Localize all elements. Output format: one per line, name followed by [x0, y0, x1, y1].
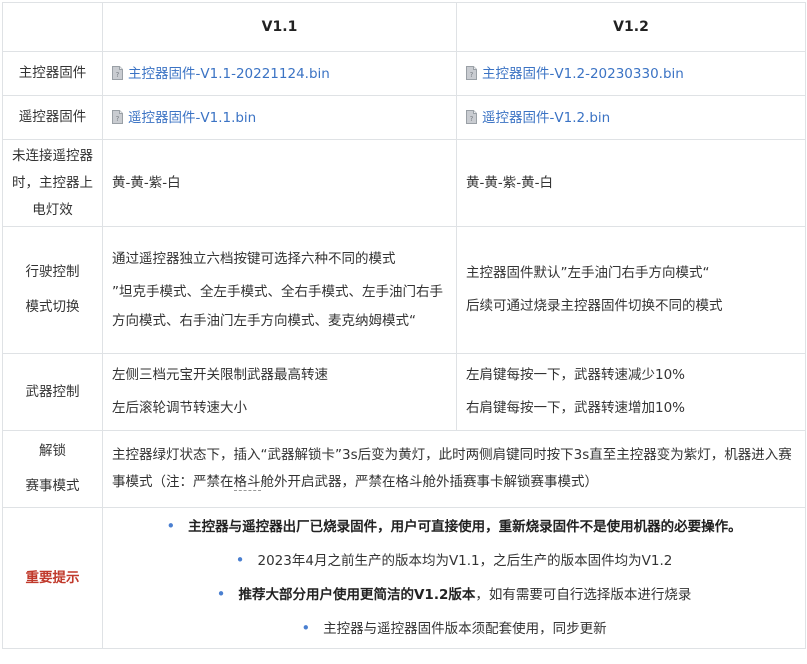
unlock-race-mode-text: 主控器绿灯状态下，插入“武器解锁卡”3s后变为黄灯，此时两侧肩键同时按下3s直至…: [102, 430, 806, 508]
svg-text:?: ?: [470, 71, 474, 79]
note-item: 推荐大部分用户使用更简洁的V1.2版本，如有需要可自行选择版本进行烧录: [112, 578, 796, 612]
main-firmware-row: 主控器固件 ? 主控器固件-V1.1-20221124.bin ? 主控器固件-…: [2, 51, 806, 96]
file-icon: ?: [112, 62, 123, 80]
drive-mode-v1-1-text1: 通过遥控器独立六档按键可选择六种不同的模式: [112, 250, 396, 267]
drive-mode-v1-2-cell: 主控器固件默认”左手油门右手方向模式“ 后续可通过烧录主控器固件切换不同的模式: [456, 226, 806, 354]
drive-mode-row: 行驶控制 模式切换 通过遥控器独立六档按键可选择六种不同的模式 ”坦克手模式、全…: [2, 226, 806, 354]
drive-mode-v1-2-text2: 后续可通过烧录主控器固件切换不同的模式: [466, 298, 723, 314]
header-v1-2: V1.2: [456, 2, 806, 52]
weapon-control-v1-1-cell: 左侧三档元宝开关限制武器最高转速 左后滚轮调节转速大小: [102, 353, 457, 431]
note-item-1-text: 主控器与遥控器出厂已烧录固件，用户可直接使用，重新烧录固件不是使用机器的必要操作…: [188, 519, 742, 535]
weapon-control-v1-1-text1: 左侧三档元宝开关限制武器最高转速: [112, 367, 328, 383]
remote-firmware-v1-2-link[interactable]: 遥控器固件-V1.2.bin: [482, 110, 610, 126]
unlock-text-dotted: 格斗: [233, 474, 261, 491]
firmware-comparison-table: V1.1 V1.2 主控器固件 ? 主控器固件-V1.1-20221124.bi…: [2, 2, 806, 649]
led-effect-v1-1: 黄-黄-紫-白: [102, 139, 457, 227]
remote-firmware-label: 遥控器固件: [2, 95, 103, 140]
weapon-control-v1-2-text1: 左肩键每按一下，武器转速减少10%: [466, 367, 686, 383]
file-icon: ?: [466, 106, 477, 124]
header-v1-1: V1.1: [102, 2, 457, 52]
file-icon: ?: [466, 62, 477, 80]
note-item-2-text: 2023年4月之前生产的版本均为V1.1，之后生产的版本固件均为V1.2: [257, 553, 673, 569]
important-notes-row: 重要提示 主控器与遥控器出厂已烧录固件，用户可直接使用，重新烧录固件不是使用机器…: [2, 507, 806, 649]
main-firmware-label: 主控器固件: [2, 51, 103, 96]
svg-text:?: ?: [470, 115, 474, 123]
remote-firmware-row: 遥控器固件 ? 遥控器固件-V1.1.bin ? 遥控器固件-V1.2.bin: [2, 95, 806, 140]
important-notes-list: 主控器与遥控器出厂已烧录固件，用户可直接使用，重新烧录固件不是使用机器的必要操作…: [112, 510, 796, 646]
svg-text:?: ?: [116, 71, 120, 79]
important-notes-cell: 主控器与遥控器出厂已烧录固件，用户可直接使用，重新烧录固件不是使用机器的必要操作…: [102, 507, 806, 649]
note-item-3-text: ，如有需要可自行选择版本进行烧录: [475, 587, 692, 603]
weapon-control-label: 武器控制: [2, 353, 103, 431]
drive-mode-label-line1: 行驶控制: [25, 264, 80, 280]
drive-mode-label: 行驶控制 模式切换: [2, 226, 103, 354]
note-item: 主控器与遥控器固件版本须配套使用，同步更新: [112, 612, 796, 646]
led-effect-label: 未连接遥控器时，主控器上电灯效: [2, 139, 103, 227]
unlock-race-mode-label-line2: 赛事模式: [25, 478, 80, 494]
main-firmware-v1-1-link[interactable]: 主控器固件-V1.1-20221124.bin: [128, 66, 330, 82]
file-icon: ?: [112, 106, 123, 124]
weapon-control-v1-2-text2: 右肩键每按一下，武器转速增加10%: [466, 400, 686, 416]
unlock-race-mode-label: 解锁 赛事模式: [2, 430, 103, 508]
note-item: 主控器与遥控器出厂已烧录固件，用户可直接使用，重新烧录固件不是使用机器的必要操作…: [112, 510, 796, 544]
led-effect-row: 未连接遥控器时，主控器上电灯效 黄-黄-紫-白 黄-黄-紫-黄-白: [2, 139, 806, 227]
unlock-text-part2: 舱外开启武器，严禁在格斗舱外插赛事卡解锁赛事模式）: [260, 474, 599, 490]
main-firmware-v1-2-cell: ? 主控器固件-V1.2-20230330.bin: [456, 51, 806, 96]
remote-firmware-v1-2-cell: ? 遥控器固件-V1.2.bin: [456, 95, 806, 140]
weapon-control-v1-2-cell: 左肩键每按一下，武器转速减少10% 右肩键每按一下，武器转速增加10%: [456, 353, 806, 431]
unlock-race-mode-row: 解锁 赛事模式 主控器绿灯状态下，插入“武器解锁卡”3s后变为黄灯，此时两侧肩键…: [2, 430, 806, 508]
unlock-race-mode-label-line1: 解锁: [39, 443, 66, 459]
drive-mode-v1-2-text1: 主控器固件默认”左手油门右手方向模式“: [466, 265, 710, 281]
header-empty-cell: [2, 2, 103, 52]
header-row: V1.1 V1.2: [2, 2, 806, 52]
svg-text:?: ?: [116, 115, 120, 123]
main-firmware-v1-2-link[interactable]: 主控器固件-V1.2-20230330.bin: [482, 66, 684, 82]
main-firmware-v1-1-cell: ? 主控器固件-V1.1-20221124.bin: [102, 51, 457, 96]
drive-mode-v1-1-cell: 通过遥控器独立六档按键可选择六种不同的模式 ”坦克手模式、全左手模式、全右手模式…: [102, 226, 457, 354]
weapon-control-v1-1-text2: 左后滚轮调节转速大小: [112, 400, 247, 416]
weapon-control-row: 武器控制 左侧三档元宝开关限制武器最高转速 左后滚轮调节转速大小 左肩键每按一下…: [2, 353, 806, 431]
note-item: 2023年4月之前生产的版本均为V1.1，之后生产的版本固件均为V1.2: [112, 544, 796, 578]
remote-firmware-v1-1-link[interactable]: 遥控器固件-V1.1.bin: [128, 110, 256, 126]
drive-mode-label-line2: 模式切换: [25, 299, 80, 315]
led-effect-v1-2: 黄-黄-紫-黄-白: [456, 139, 806, 227]
note-item-4-text: 主控器与遥控器固件版本须配套使用，同步更新: [323, 621, 607, 637]
remote-firmware-v1-1-cell: ? 遥控器固件-V1.1.bin: [102, 95, 457, 140]
important-notes-label: 重要提示: [2, 507, 103, 649]
note-item-3-bold-text: 推荐大部分用户使用更简洁的V1.2版本: [238, 587, 476, 603]
drive-mode-v1-1-text2: ”坦克手模式、全左手模式、全右手模式、左手油门右手方向模式、右手油门左手方向模式…: [112, 283, 443, 329]
